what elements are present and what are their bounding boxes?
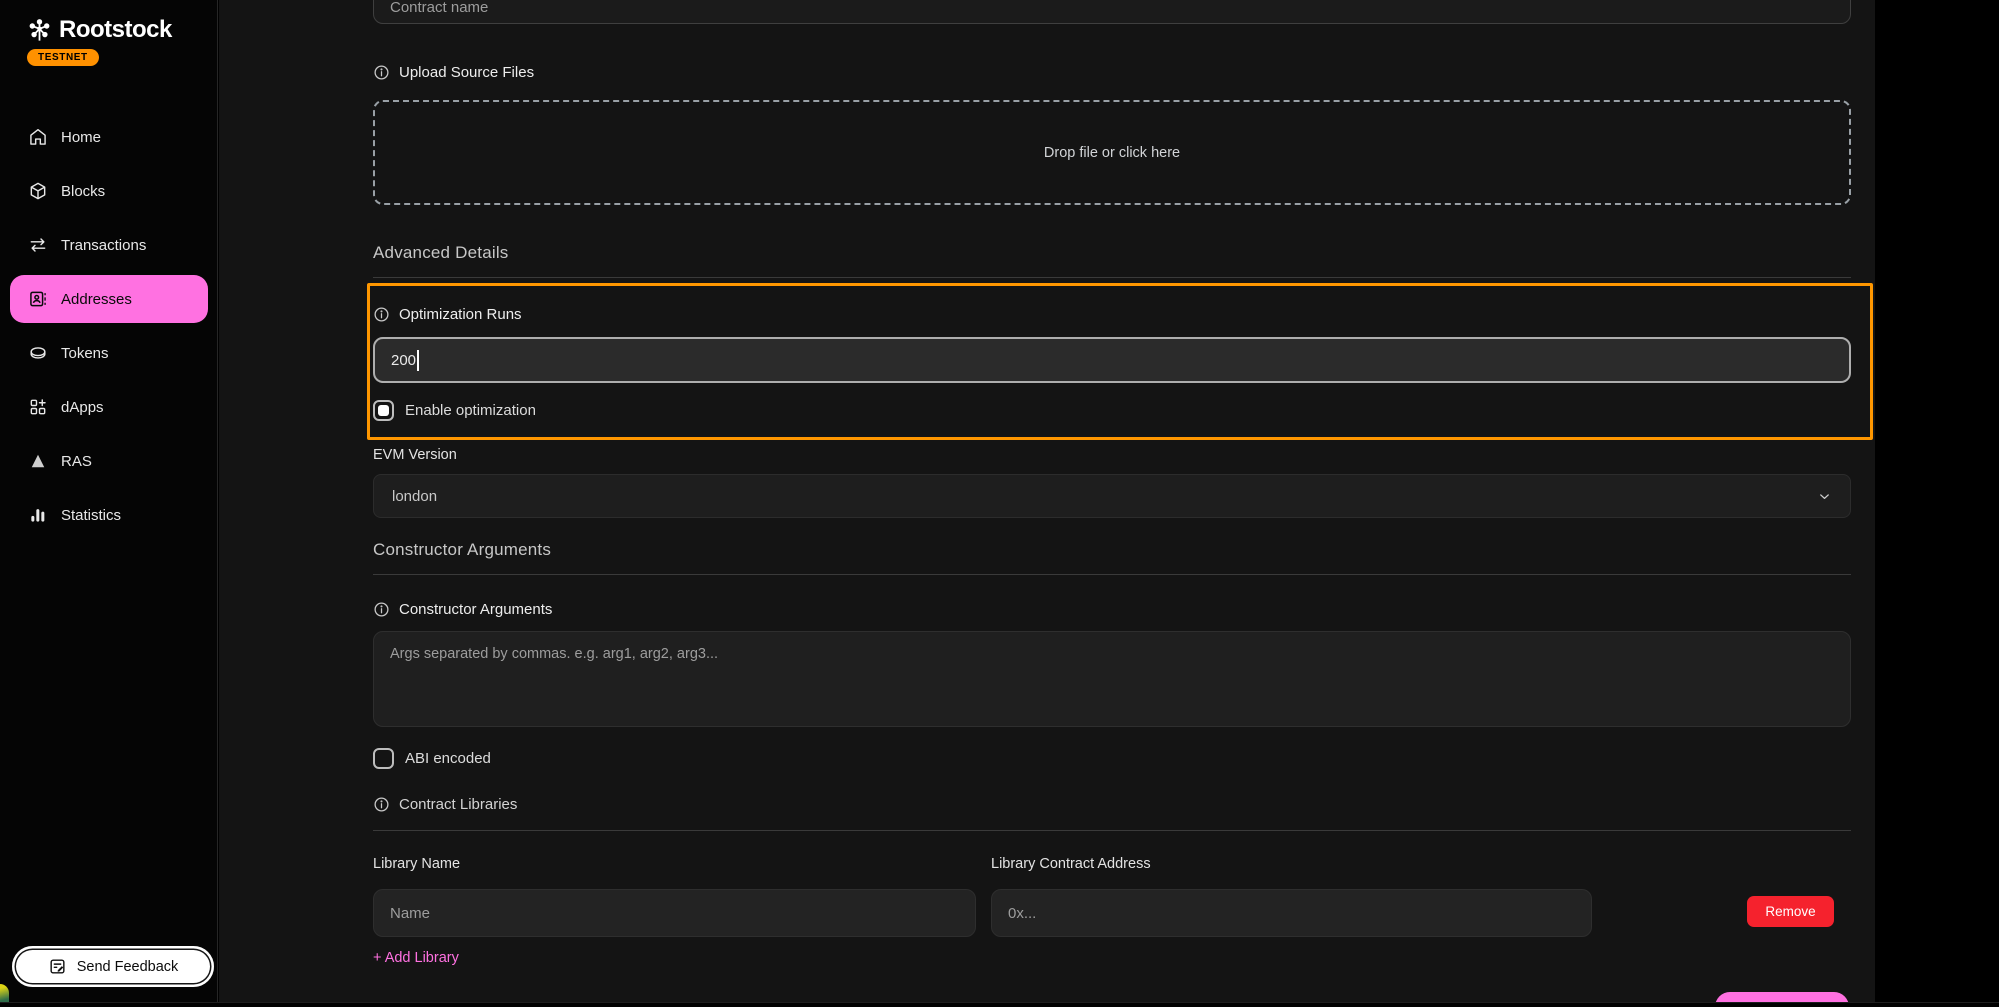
- sidebar-item-blocks[interactable]: Blocks: [0, 164, 218, 218]
- verify-contract-form: Contract name Upload Source Files Drop f…: [219, 0, 1875, 1007]
- sidebar: Rootstock TESTNET Home Blocks: [0, 0, 218, 1007]
- note-pencil-icon: [48, 957, 67, 976]
- optimization-runs-value: 200: [391, 352, 416, 369]
- sidebar-nav: Home Blocks Transactions: [0, 110, 218, 542]
- sidebar-item-label: Addresses: [61, 291, 132, 308]
- home-icon: [28, 127, 48, 147]
- info-icon[interactable]: [373, 306, 390, 323]
- sidebar-item-label: dApps: [61, 399, 104, 416]
- send-feedback-label: Send Feedback: [77, 959, 179, 975]
- contract-libraries-label: Contract Libraries: [373, 796, 517, 813]
- sidebar-item-label: Tokens: [61, 345, 109, 362]
- dropzone-text: Drop file or click here: [1044, 145, 1180, 161]
- swap-arrows-icon: [28, 235, 48, 255]
- add-library-link[interactable]: + Add Library: [373, 950, 459, 966]
- brand-name: Rootstock: [59, 16, 172, 44]
- file-dropzone[interactable]: Drop file or click here: [373, 100, 1851, 205]
- sidebar-item-label: Blocks: [61, 183, 105, 200]
- checkbox-icon: [373, 400, 394, 421]
- sidebar-item-label: Transactions: [61, 237, 146, 254]
- sidebar-item-label: Statistics: [61, 507, 121, 524]
- sidebar-item-statistics[interactable]: Statistics: [0, 488, 218, 542]
- sidebar-item-label: Home: [61, 129, 101, 146]
- contact-card-icon: [28, 289, 48, 309]
- remove-library-button[interactable]: Remove: [1747, 896, 1834, 927]
- sidebar-item-home[interactable]: Home: [0, 110, 218, 164]
- constructor-arguments-label: Constructor Arguments: [373, 601, 552, 618]
- info-icon[interactable]: [373, 601, 390, 618]
- divider: [373, 574, 1851, 575]
- library-address-input[interactable]: 0x...: [991, 889, 1592, 937]
- sidebar-item-tokens[interactable]: Tokens: [0, 326, 218, 380]
- checkbox-icon: [373, 748, 394, 769]
- network-badge: TESTNET: [27, 49, 99, 66]
- library-name-label: Library Name: [373, 856, 460, 872]
- library-name-input[interactable]: Name: [373, 889, 976, 937]
- enable-optimization-checkbox[interactable]: Enable optimization: [373, 400, 536, 421]
- brand-logo[interactable]: Rootstock: [26, 16, 172, 44]
- sidebar-item-label: RAS: [61, 453, 92, 470]
- evm-version-select[interactable]: london: [373, 474, 1851, 518]
- info-icon[interactable]: [373, 64, 390, 81]
- constructor-arguments-placeholder: Args separated by commas. e.g. arg1, arg…: [390, 646, 718, 662]
- contract-name-input[interactable]: Contract name: [373, 0, 1851, 24]
- send-feedback-button[interactable]: Send Feedback: [12, 946, 214, 987]
- coin-icon: [28, 343, 48, 363]
- bar-chart-icon: [28, 505, 48, 525]
- sidebar-item-ras[interactable]: RAS: [0, 434, 218, 488]
- contract-name-placeholder: Contract name: [390, 0, 488, 16]
- right-letterbox: [1875, 0, 1999, 1007]
- info-icon[interactable]: [373, 796, 390, 813]
- upload-source-files-label: Upload Source Files: [373, 64, 534, 81]
- sidebar-item-dapps[interactable]: dApps: [0, 380, 218, 434]
- bottom-window-edge: [0, 1002, 1999, 1007]
- chevron-down-icon: [1817, 489, 1832, 504]
- evm-version-value: london: [392, 488, 437, 505]
- divider: [373, 830, 1851, 831]
- abi-encoded-checkbox[interactable]: ABI encoded: [373, 748, 491, 769]
- cube-icon: [28, 181, 48, 201]
- optimization-runs-label: Optimization Runs: [373, 306, 522, 323]
- advanced-details-heading: Advanced Details: [373, 243, 509, 263]
- evm-version-label: EVM Version: [373, 447, 457, 463]
- divider: [373, 277, 1851, 278]
- grid-plus-icon: [28, 397, 48, 417]
- desktop-corner-accent: [0, 984, 9, 1003]
- rootstock-flower-icon: [26, 17, 53, 44]
- sidebar-item-transactions[interactable]: Transactions: [0, 218, 218, 272]
- library-contract-address-label: Library Contract Address: [991, 856, 1151, 872]
- constructor-arguments-heading: Constructor Arguments: [373, 540, 551, 560]
- optimization-runs-input[interactable]: 200: [373, 337, 1851, 383]
- text-cursor: [417, 350, 419, 371]
- constructor-arguments-textarea[interactable]: Args separated by commas. e.g. arg1, arg…: [373, 631, 1851, 727]
- sidebar-item-addresses[interactable]: Addresses: [10, 275, 208, 323]
- app-window: Rootstock TESTNET Home Blocks: [0, 0, 1999, 1007]
- triangle-icon: [28, 451, 48, 471]
